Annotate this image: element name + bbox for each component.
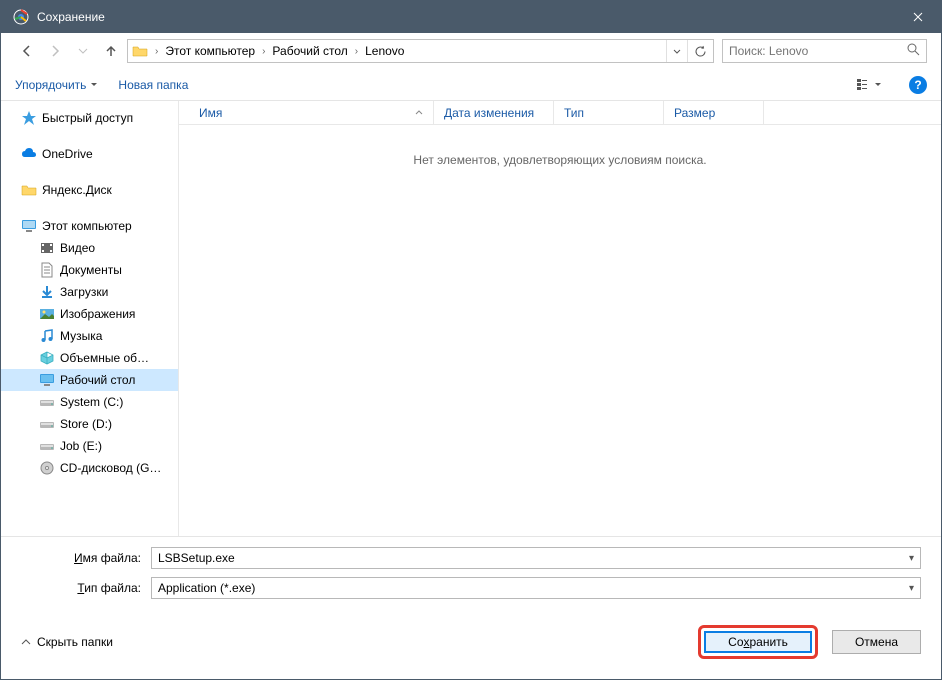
sidebar-item-drive-e[interactable]: Job (E:) xyxy=(1,435,178,457)
breadcrumb[interactable]: › Этот компьютер › Рабочий стол › Lenovo xyxy=(127,39,714,63)
filename-input[interactable]: LSBSetup.exe▾ xyxy=(151,547,921,569)
column-size[interactable]: Размер xyxy=(664,101,764,124)
star-icon xyxy=(21,110,37,126)
column-type[interactable]: Тип xyxy=(554,101,664,124)
chevron-right-icon: › xyxy=(259,46,268,57)
hide-folders-toggle[interactable]: Скрыть папки xyxy=(21,635,113,649)
nav-recent-dropdown[interactable] xyxy=(71,39,95,63)
search-input[interactable] xyxy=(729,44,907,58)
close-button[interactable] xyxy=(895,1,941,33)
footer: Скрыть папки Сохранить Отмена xyxy=(1,611,941,679)
refresh-button[interactable] xyxy=(687,40,713,62)
save-button[interactable]: Сохранить xyxy=(704,631,812,653)
empty-message: Нет элементов, удовлетворяющих условиям … xyxy=(179,125,941,195)
sidebar-item-music[interactable]: Музыка xyxy=(1,325,178,347)
breadcrumb-item[interactable]: Этот компьютер xyxy=(161,40,259,62)
window-title: Сохранение xyxy=(37,10,895,24)
sidebar-item-yandex-disk[interactable]: Яндекс.Диск xyxy=(1,179,178,201)
drive-icon xyxy=(39,416,55,432)
chevron-right-icon: › xyxy=(352,46,361,57)
search-icon xyxy=(907,43,920,59)
drive-icon xyxy=(39,438,55,454)
new-folder-button[interactable]: Новая папка xyxy=(118,78,188,92)
column-headers: Имя Дата изменения Тип Размер xyxy=(179,101,941,125)
music-icon xyxy=(39,328,55,344)
sidebar-item-videos[interactable]: Видео xyxy=(1,237,178,259)
breadcrumb-dropdown[interactable] xyxy=(666,40,687,62)
chevron-right-icon: › xyxy=(152,46,161,57)
download-icon xyxy=(39,284,55,300)
sidebar-item-desktop[interactable]: Рабочий стол xyxy=(1,369,178,391)
sidebar-item-this-pc[interactable]: Этот компьютер xyxy=(1,215,178,237)
sidebar: Быстрый доступ OneDrive Яндекс.Диск Этот… xyxy=(1,101,179,536)
view-options-button[interactable] xyxy=(849,75,889,94)
filetype-select[interactable]: Application (*.exe)▾ xyxy=(151,577,921,599)
sidebar-item-drive-d[interactable]: Store (D:) xyxy=(1,413,178,435)
breadcrumb-item[interactable]: Рабочий стол xyxy=(268,40,351,62)
drive-icon xyxy=(39,394,55,410)
search-box[interactable] xyxy=(722,39,927,63)
nav-forward-button[interactable] xyxy=(43,39,67,63)
column-date[interactable]: Дата изменения xyxy=(434,101,554,124)
sidebar-item-onedrive[interactable]: OneDrive xyxy=(1,143,178,165)
chevron-up-icon xyxy=(21,639,31,645)
sidebar-item-drive-c[interactable]: System (C:) xyxy=(1,391,178,413)
column-name[interactable]: Имя xyxy=(179,101,434,124)
navbar: › Этот компьютер › Рабочий стол › Lenovo xyxy=(1,33,941,69)
organize-menu[interactable]: Упорядочить xyxy=(15,78,98,92)
filetype-label: Тип файла: xyxy=(21,581,151,595)
sidebar-item-cd-drive[interactable]: CD-дисковод (G… xyxy=(1,457,178,479)
cube-icon xyxy=(39,350,55,366)
folder-icon xyxy=(132,43,148,59)
nav-up-button[interactable] xyxy=(99,39,123,63)
nav-back-button[interactable] xyxy=(15,39,39,63)
film-icon xyxy=(39,240,55,256)
picture-icon xyxy=(39,306,55,322)
document-icon xyxy=(39,262,55,278)
sidebar-item-downloads[interactable]: Загрузки xyxy=(1,281,178,303)
toolbar: Упорядочить Новая папка ? xyxy=(1,69,941,101)
sidebar-item-quick-access[interactable]: Быстрый доступ xyxy=(1,107,178,129)
desktop-icon xyxy=(39,372,55,388)
sidebar-item-pictures[interactable]: Изображения xyxy=(1,303,178,325)
disc-icon xyxy=(39,460,55,476)
file-list-area: Имя Дата изменения Тип Размер Нет элемен… xyxy=(179,101,941,536)
titlebar: Сохранение xyxy=(1,1,941,33)
breadcrumb-item[interactable]: Lenovo xyxy=(361,40,408,62)
monitor-icon xyxy=(21,218,37,234)
cancel-button[interactable]: Отмена xyxy=(832,630,921,654)
sidebar-item-documents[interactable]: Документы xyxy=(1,259,178,281)
sidebar-item-3d-objects[interactable]: Объемные об… xyxy=(1,347,178,369)
chevron-down-icon[interactable]: ▾ xyxy=(909,583,914,594)
help-button[interactable]: ? xyxy=(909,76,927,94)
folder-icon xyxy=(21,182,37,198)
chevron-down-icon[interactable]: ▾ xyxy=(909,553,914,564)
cloud-icon xyxy=(21,146,37,162)
filename-label: Имя файла: xyxy=(21,551,151,565)
filename-area: Имя файла: LSBSetup.exe▾ Тип файла: Appl… xyxy=(1,536,941,611)
chrome-icon xyxy=(13,9,29,25)
